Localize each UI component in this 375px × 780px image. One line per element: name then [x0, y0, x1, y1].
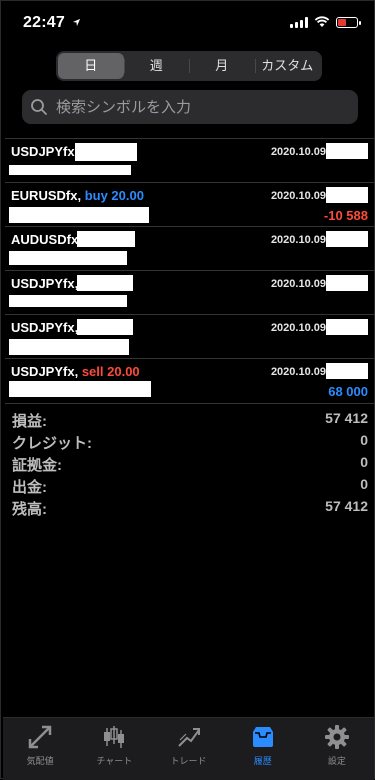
row-action: sell 20.00: [81, 364, 140, 379]
row-profit: -10 588: [323, 208, 368, 223]
redacted-block: [77, 275, 133, 291]
settings-icon: [324, 725, 349, 749]
account-summary: 損益: 57 412 クレジット: 0 証拠金: 0 出金: 0 残高: 57 …: [5, 403, 374, 518]
row-symbol: EURUSDfx, buy 20.00: [11, 188, 144, 203]
summary-withdrawal: 出金: 0: [5, 474, 374, 496]
row-profit: 68 000: [328, 384, 368, 399]
row-symbol: USDJPYfx,: [11, 144, 79, 159]
summary-label: 証拠金:: [12, 457, 62, 474]
row-symbol: USDJPYfx, sell 20.00: [11, 364, 140, 379]
period-segmented-control: 日 週 月 カスタム: [56, 51, 322, 81]
redacted-block: [9, 165, 131, 175]
redacted-block: [326, 187, 368, 203]
chart-icon: [104, 726, 125, 748]
redacted-block: [9, 339, 129, 355]
tab-trade[interactable]: トレード: [151, 718, 225, 780]
bottom-tab-bar: 気配値 チャート トレード 履歴 設定: [3, 717, 374, 780]
tab-chart[interactable]: チャート: [77, 718, 151, 780]
row-symbol: USDJPYfx,: [11, 276, 79, 291]
summary-value: 0: [360, 476, 368, 492]
redacted-block: [75, 143, 137, 161]
redacted-block: [9, 251, 127, 265]
redacted-block: [77, 319, 133, 335]
summary-label: 損益:: [12, 413, 47, 430]
wifi-icon: [314, 16, 330, 27]
history-row[interactable]: AUDUSDfx, 2020.10.09: [5, 226, 374, 270]
status-bar: 22:47: [1, 1, 375, 45]
history-row[interactable]: USDJPYfx, 2020.10.09: [5, 138, 374, 182]
summary-credit: クレジット: 0: [5, 430, 374, 452]
row-symbol: USDJPYfx,: [11, 320, 79, 335]
search-bar: [22, 90, 358, 124]
segment-custom[interactable]: カスタム: [254, 53, 321, 79]
row-date: 2020.10.09: [270, 146, 326, 158]
row-date: 2020.10.09: [270, 322, 326, 334]
row-date: 2020.10.09: [270, 190, 326, 202]
redacted-block: [326, 143, 368, 159]
history-icon: [252, 727, 273, 747]
segment-month[interactable]: 月: [189, 53, 255, 79]
summary-value: 57 412: [325, 410, 368, 426]
tab-settings[interactable]: 設定: [300, 718, 374, 780]
summary-label: 残高:: [12, 501, 47, 518]
search-input[interactable]: [54, 97, 348, 117]
history-row[interactable]: USDJPYfx, sell 20.00 2020.10.09 68 000: [5, 358, 374, 402]
redacted-block: [326, 363, 368, 379]
redacted-block: [326, 231, 368, 247]
history-screen: 22:47 日 週 月 カスタム 検索シンボルを入力 USDJPYfx, 202…: [0, 0, 375, 780]
row-action: buy 20.00: [84, 188, 144, 203]
redacted-block: [326, 319, 368, 335]
summary-value: 57 412: [325, 498, 368, 514]
history-row[interactable]: USDJPYfx, 2020.10.09: [5, 270, 374, 314]
row-date: 2020.10.09: [270, 278, 326, 290]
segment-week[interactable]: 週: [123, 53, 190, 79]
summary-label: クレジット:: [12, 435, 92, 452]
summary-value: 0: [360, 432, 368, 448]
status-time: 22:47: [23, 14, 81, 32]
battery-icon: [336, 16, 361, 28]
cellular-signal-icon: [290, 16, 308, 28]
history-row[interactable]: EURUSDfx, buy 20.00 2020.10.09 -10 588: [5, 182, 374, 226]
summary-value: 0: [360, 454, 368, 470]
quotes-icon: [28, 725, 52, 749]
tab-history[interactable]: 履歴: [226, 718, 300, 780]
history-list: USDJPYfx, 2020.10.09 EURUSDfx, buy 20.00…: [5, 138, 374, 402]
summary-balance: 残高: 57 412: [5, 496, 374, 518]
summary-deposit: 証拠金: 0: [5, 452, 374, 474]
redacted-block: [326, 275, 368, 291]
summary-label: 出金:: [12, 479, 47, 496]
history-row[interactable]: USDJPYfx, 2020.10.09: [5, 314, 374, 358]
status-icons: [290, 16, 361, 28]
redacted-block: [77, 231, 135, 247]
segment-day[interactable]: 日: [58, 53, 124, 79]
redacted-block: [9, 295, 127, 307]
tab-quotes[interactable]: 気配値: [3, 718, 77, 780]
search-icon: [31, 99, 47, 115]
row-date: 2020.10.09: [270, 366, 326, 378]
row-date: 2020.10.09: [270, 234, 326, 246]
location-arrow-icon: [72, 18, 80, 27]
row-symbol: AUDUSDfx,: [11, 232, 82, 247]
redacted-block: [9, 381, 151, 397]
summary-profit: 損益: 57 412: [5, 408, 374, 430]
redacted-block: [9, 207, 149, 223]
trade-icon: [177, 728, 200, 747]
